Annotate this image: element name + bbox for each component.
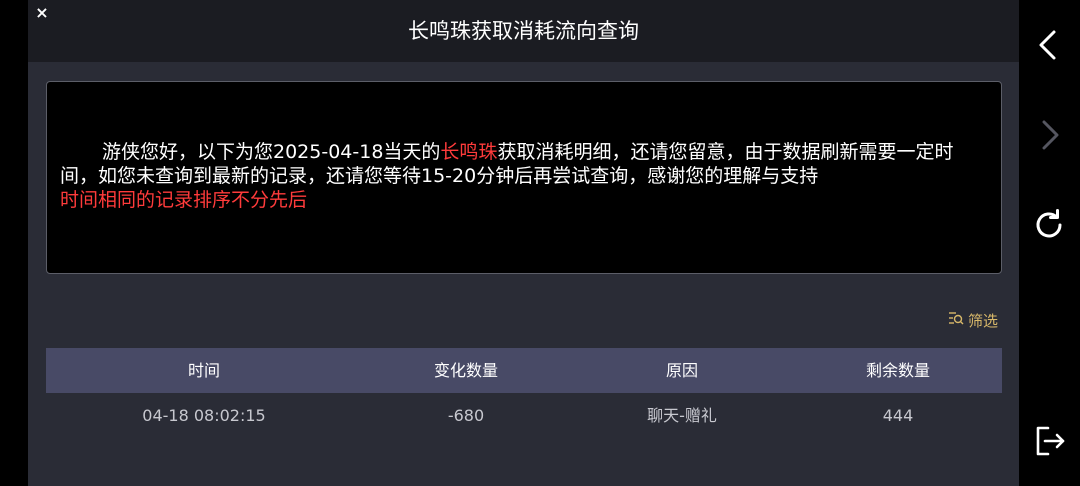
notice-box: 游侠您好，以下为您2025-04-18当天的长鸣珠获取消耗明细，还请您留意，由于… bbox=[46, 81, 1002, 274]
notice-part1: 游侠您好，以下为您2025-04-18当天的 bbox=[102, 141, 441, 163]
exit-icon[interactable] bbox=[1030, 422, 1068, 460]
notice-text: 游侠您好，以下为您2025-04-18当天的长鸣珠获取消耗明细，还请您留意，由于… bbox=[60, 140, 990, 212]
panel-header: 长鸣珠获取消耗流向查询 bbox=[28, 0, 1019, 62]
filter-search-icon bbox=[948, 310, 964, 330]
notice-highlight: 长鸣珠 bbox=[440, 141, 498, 163]
column-header-change: 变化数量 bbox=[433, 361, 498, 380]
back-arrow-icon[interactable] bbox=[1030, 26, 1068, 64]
forward-arrow-icon[interactable] bbox=[1030, 116, 1068, 154]
cell-time: 04-18 08:02:15 bbox=[142, 406, 266, 425]
refresh-icon[interactable] bbox=[1030, 206, 1068, 244]
filter-button[interactable]: 筛选 bbox=[948, 309, 998, 331]
notice-red-line: 时间相同的记录排序不分先后 bbox=[60, 189, 308, 211]
cell-remaining: 444 bbox=[882, 406, 914, 425]
cell-reason: 聊天-赠礼 bbox=[647, 406, 717, 425]
left-black-strip bbox=[0, 0, 28, 486]
column-header-time: 时间 bbox=[187, 361, 220, 380]
query-panel: 长鸣珠获取消耗流向查询 游侠您好，以下为您2025-04-18当天的长鸣珠获取消… bbox=[28, 0, 1019, 486]
page-title: 长鸣珠获取消耗流向查询 bbox=[408, 19, 639, 43]
column-header-remaining: 剩余数量 bbox=[865, 361, 930, 380]
table-header: 时间 变化数量 原因 剩余数量 bbox=[46, 348, 1002, 393]
column-header-reason: 原因 bbox=[665, 361, 698, 380]
close-icon[interactable]: × bbox=[34, 4, 50, 22]
table-row: 04-18 08:02:15 -680 聊天-赠礼 444 bbox=[46, 393, 1002, 438]
filter-label: 筛选 bbox=[968, 311, 999, 330]
cell-change: -680 bbox=[447, 406, 485, 425]
